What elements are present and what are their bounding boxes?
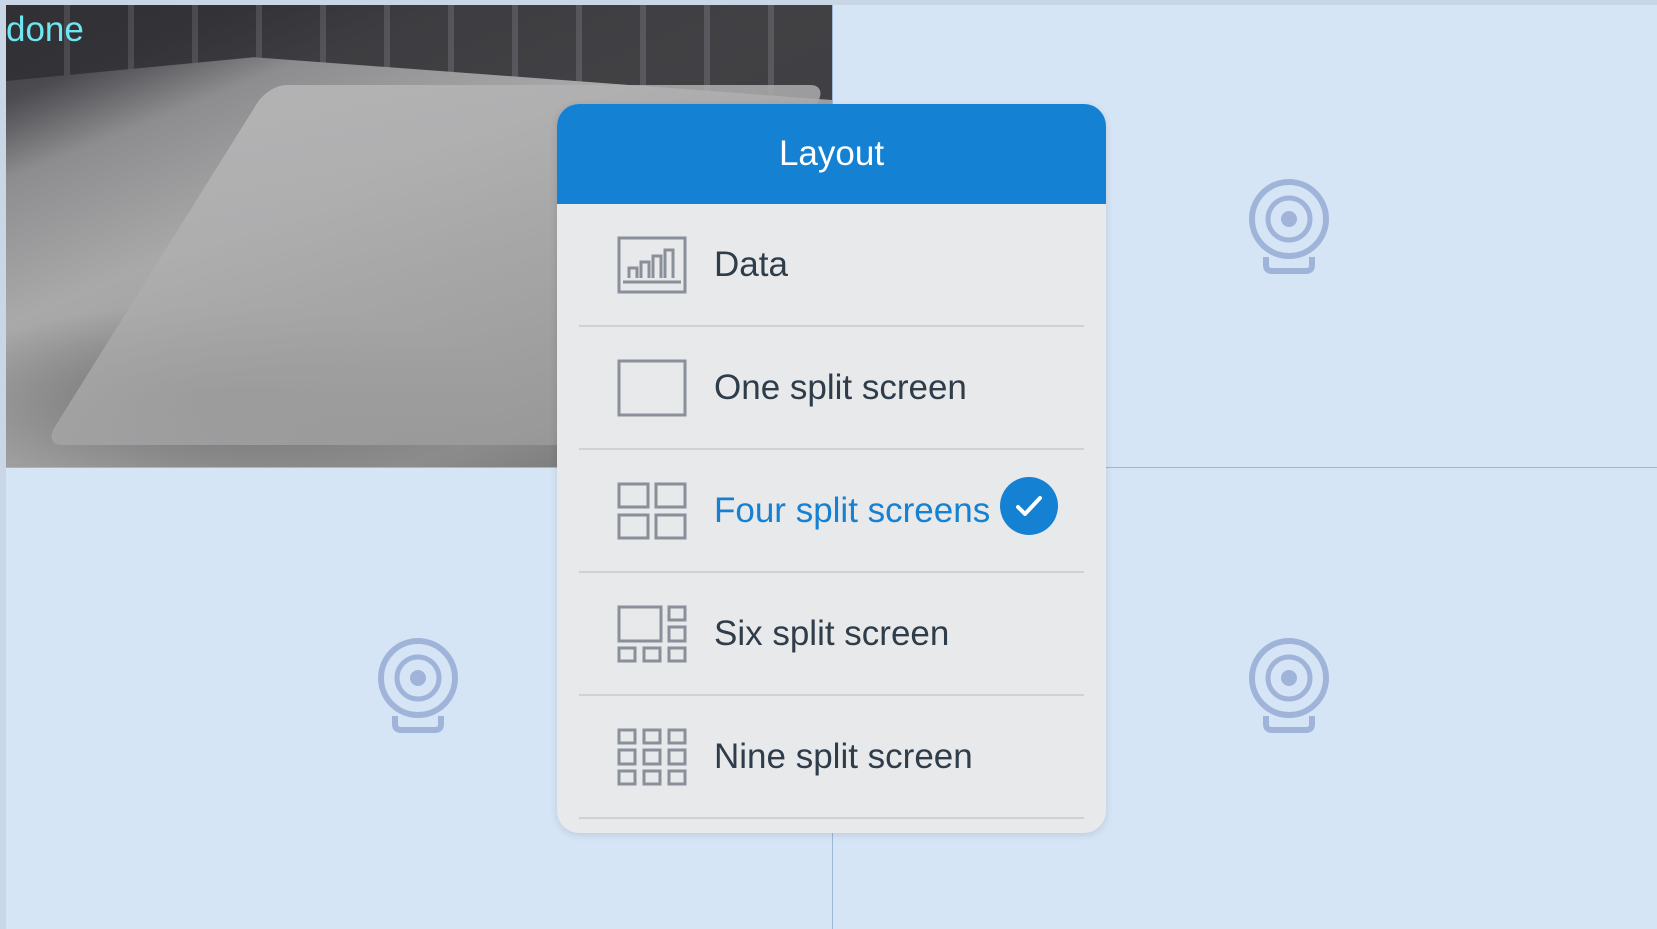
camera-placeholder-icon: [1246, 636, 1332, 734]
layout-option-label: Four split screens: [714, 490, 991, 530]
camera-placeholder-icon: [1246, 177, 1332, 275]
layout-option-label: One split screen: [714, 367, 967, 407]
layout-dialog: Layout Data One split screen Four split …: [557, 104, 1106, 833]
status-text: done: [6, 10, 84, 49]
layout-option-four-split[interactable]: Four split screens: [579, 450, 1084, 573]
one-split-icon: [617, 359, 687, 417]
layout-option-one-split[interactable]: One split screen: [579, 327, 1084, 450]
data-chart-icon: [617, 236, 687, 294]
camera-placeholder-icon: [375, 636, 461, 734]
layout-option-six-split[interactable]: Six split screen: [579, 573, 1084, 696]
layout-option-label: Six split screen: [714, 613, 950, 653]
nine-split-icon: [617, 728, 687, 786]
layout-option-label: Nine split screen: [714, 736, 973, 776]
selected-check-icon: [1000, 477, 1058, 535]
layout-options-list: Data One split screen Four split screens…: [557, 204, 1106, 819]
layout-option-data[interactable]: Data: [579, 204, 1084, 327]
six-split-icon: [617, 605, 687, 663]
dialog-title: Layout: [557, 104, 1106, 204]
layout-option-nine-split[interactable]: Nine split screen: [579, 696, 1084, 819]
four-split-icon: [617, 482, 687, 540]
layout-option-label: Data: [714, 244, 788, 284]
